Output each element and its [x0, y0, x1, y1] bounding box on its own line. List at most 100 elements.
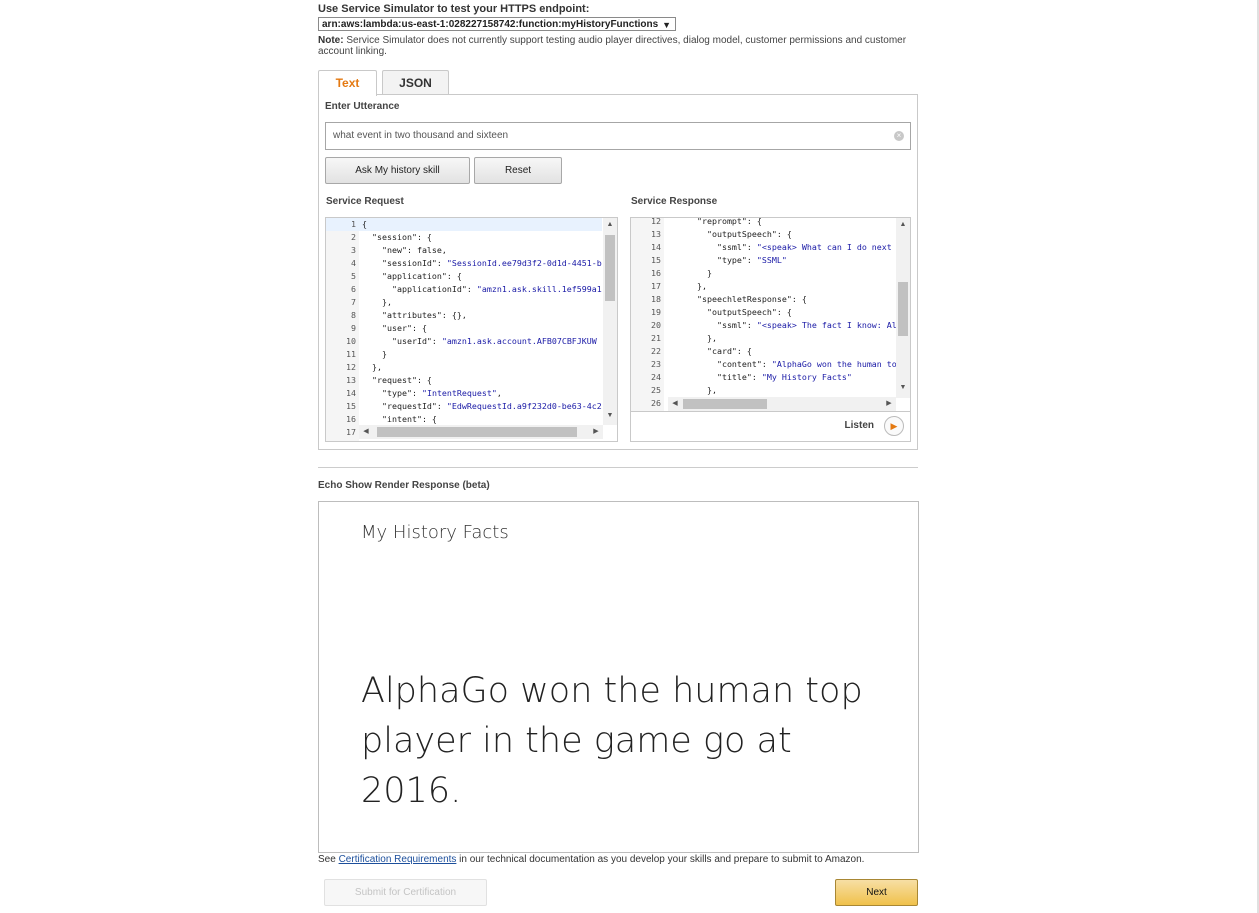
- code-text: "userId": "amzn1.ask.account.AFB07CBFJKU…: [362, 336, 597, 346]
- request-code-line: 10 "userId": "amzn1.ask.account.AFB07CBF…: [326, 335, 602, 348]
- code-text: },: [667, 333, 717, 343]
- request-code-line: 1{: [326, 218, 602, 231]
- next-button[interactable]: Next: [835, 879, 918, 906]
- reset-button[interactable]: Reset: [474, 157, 562, 184]
- code-text: "new": false,: [362, 245, 447, 255]
- scroll-right-icon[interactable]: ▶: [589, 425, 603, 439]
- code-text: "applicationId": "amzn1.ask.skill.1ef599…: [362, 284, 602, 294]
- certification-note-prefix: See: [318, 854, 339, 865]
- utterance-input[interactable]: what event in two thousand and sixteen ×: [325, 122, 911, 150]
- endpoint-label: Use Service Simulator to test your HTTPS…: [318, 3, 590, 15]
- response-code-line: 14 "ssml": "<speak> What can I do next f: [631, 241, 902, 254]
- ask-skill-button[interactable]: Ask My history skill: [325, 157, 470, 184]
- code-text: "session": {: [362, 232, 432, 242]
- certification-requirements-link[interactable]: Certification Requirements: [339, 854, 457, 865]
- request-code-line: 15 "requestId": "EdwRequestId.a9f232d0-b…: [326, 400, 602, 413]
- response-code-line: 13 "outputSpeech": {: [631, 228, 902, 241]
- endpoint-select[interactable]: arn:aws:lambda:us-east-1:028227158742:fu…: [318, 17, 676, 31]
- scroll-up-icon[interactable]: ▲: [896, 218, 910, 232]
- scroll-down-icon[interactable]: ▼: [896, 381, 910, 395]
- code-text: "user": {: [362, 323, 427, 333]
- request-vscroll-thumb[interactable]: [605, 235, 615, 301]
- line-number: 24: [651, 372, 661, 382]
- service-request-editor[interactable]: 1{2 "session": {3 "new": false, 4 "sessio…: [325, 217, 618, 442]
- request-code-line: 9 "user": {: [326, 322, 602, 335]
- line-number: 12: [651, 217, 661, 226]
- response-vscroll-thumb[interactable]: [898, 282, 908, 336]
- note-prefix: Note:: [318, 35, 344, 46]
- dropdown-arrow-icon: ▼: [662, 20, 671, 30]
- endpoint-select-value: arn:aws:lambda:us-east-1:028227158742:fu…: [322, 19, 659, 30]
- request-code-line: 12 },: [326, 361, 602, 374]
- submit-for-certification-button[interactable]: Submit for Certification: [324, 879, 487, 906]
- request-code-line: 8 "attributes": {},: [326, 309, 602, 322]
- note-text: Service Simulator does not currently sup…: [318, 35, 907, 57]
- scroll-left-icon[interactable]: ◀: [668, 397, 682, 411]
- response-code-line: 12 "reprompt": {: [631, 217, 902, 228]
- code-text: "ssml": "<speak> The fact I know: Alp: [667, 320, 902, 330]
- request-vertical-scrollbar[interactable]: ▲ ▼: [603, 218, 617, 425]
- response-code-line: 25 },: [631, 384, 902, 397]
- response-code-line: 16 }: [631, 267, 902, 280]
- certification-note-rest: in our technical documentation as you de…: [456, 854, 865, 865]
- code-text: "request": {: [362, 375, 432, 385]
- line-number: 25: [651, 385, 661, 395]
- echo-show-title: My History Facts: [361, 522, 509, 543]
- response-code-line: 23 "content": "AlphaGo won the human top: [631, 358, 902, 371]
- request-code-line: 13 "request": {: [326, 374, 602, 387]
- response-code-line: 22 "card": {: [631, 345, 902, 358]
- line-number: 9: [351, 323, 356, 333]
- response-vertical-scrollbar[interactable]: ▲ ▼: [896, 218, 910, 398]
- clear-icon[interactable]: ×: [894, 131, 904, 141]
- request-code-line: 5 "application": {: [326, 270, 602, 283]
- tab-json[interactable]: JSON: [382, 70, 449, 95]
- line-number: 18: [651, 294, 661, 304]
- code-text: },: [667, 281, 707, 291]
- enter-utterance-label: Enter Utterance: [325, 101, 400, 112]
- request-code: 1{2 "session": {3 "new": false, 4 "sessio…: [326, 218, 602, 439]
- line-number: 20: [651, 320, 661, 330]
- line-number: 13: [651, 229, 661, 239]
- line-number: 15: [651, 255, 661, 265]
- code-text: "type": "SSML": [667, 255, 787, 265]
- code-text: "content": "AlphaGo won the human top: [667, 359, 902, 369]
- line-number: 8: [351, 310, 356, 320]
- response-horizontal-scrollbar[interactable]: ◀ ▶: [668, 397, 896, 411]
- code-text: "ssml": "<speak> What can I do next f: [667, 242, 902, 252]
- line-number: 4: [351, 258, 356, 268]
- scroll-left-icon[interactable]: ◀: [359, 425, 373, 439]
- request-horizontal-scrollbar[interactable]: ◀ ▶: [359, 425, 603, 439]
- line-number: 7: [351, 297, 356, 307]
- code-text: "reprompt": {: [667, 217, 762, 226]
- line-number: 22: [651, 346, 661, 356]
- response-code-line: 17 },: [631, 280, 902, 293]
- line-number: 23: [651, 359, 661, 369]
- simulator-note: Note: Service Simulator does not current…: [318, 35, 918, 57]
- response-code-line: 19 "outputSpeech": {: [631, 306, 902, 319]
- code-text: "requestId": "EdwRequestId.a9f232d0-be63…: [362, 401, 602, 411]
- scroll-up-icon[interactable]: ▲: [603, 218, 617, 232]
- request-code-line: 2 "session": {: [326, 231, 602, 244]
- scroll-down-icon[interactable]: ▼: [603, 409, 617, 423]
- request-code-line: 4 "sessionId": "SessionId.ee79d3f2-0d1d-…: [326, 257, 602, 270]
- line-number: 16: [346, 414, 356, 424]
- request-hscroll-thumb[interactable]: [377, 427, 577, 437]
- service-request-label: Service Request: [326, 196, 404, 207]
- code-text: "type": "IntentRequest",: [362, 388, 502, 398]
- code-text: "outputSpeech": {: [667, 307, 792, 317]
- request-code-line: 14 "type": "IntentRequest",: [326, 387, 602, 400]
- request-code-line: 7 },: [326, 296, 602, 309]
- response-code-line: 15 "type": "SSML": [631, 254, 902, 267]
- line-number: 2: [351, 232, 356, 242]
- listen-label: Listen: [844, 420, 874, 431]
- tab-text[interactable]: Text: [318, 70, 377, 96]
- service-response-editor[interactable]: 12 "reprompt": {13 "outputSpeech": {14 "…: [630, 217, 911, 412]
- line-number: 10: [346, 336, 356, 346]
- play-icon[interactable]: ▶: [884, 416, 904, 436]
- scroll-right-icon[interactable]: ▶: [882, 397, 896, 411]
- response-hscroll-thumb[interactable]: [683, 399, 767, 409]
- line-number: 1: [351, 219, 356, 229]
- certification-note: See Certification Requirements in our te…: [318, 854, 864, 865]
- code-text: "intent": {: [362, 414, 437, 424]
- code-text: },: [362, 362, 382, 372]
